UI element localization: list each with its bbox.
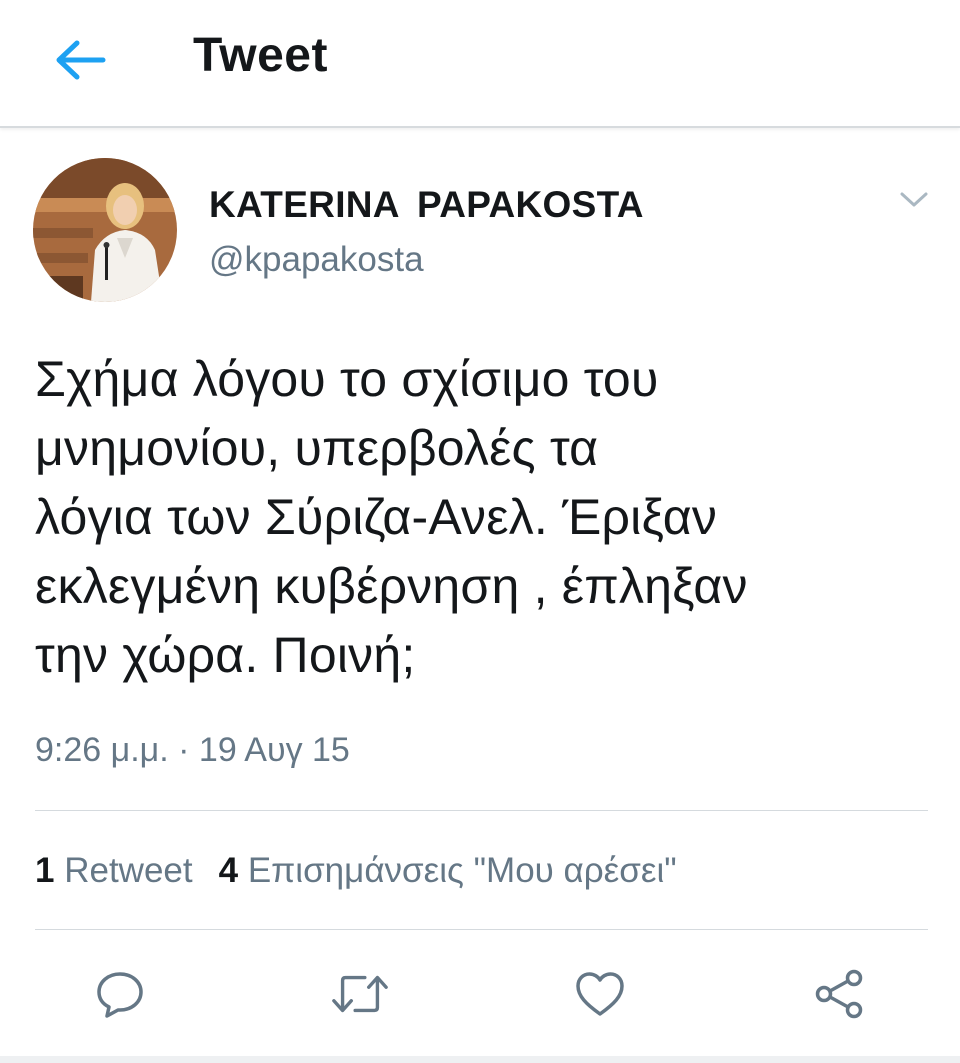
like-label: Επισημάνσεις "Μου αρέσει" (247, 851, 677, 890)
like-stat[interactable]: 4 Επισημάνσεις "Μου αρέσει" (219, 851, 677, 890)
avatar-photo (33, 158, 177, 302)
top-app-bar: Tweet (0, 0, 960, 128)
chevron-down-icon (900, 192, 928, 207)
bottom-edge (0, 1056, 960, 1063)
reply-button[interactable] (90, 964, 150, 1024)
author-name[interactable]: KATERINA PAPAKOSTA (209, 184, 644, 226)
retweet-label: Retweet (64, 851, 193, 890)
tweet-timestamp[interactable]: 9:26 μ.μ. · 19 Αυγ 15 (35, 731, 350, 770)
author-handle[interactable]: @kpapakosta (209, 240, 424, 280)
like-button[interactable] (570, 964, 630, 1024)
tweet-text: Σχήμα λόγου το σχίσιμο του μνημονίου, υπ… (35, 351, 748, 683)
retweet-button[interactable] (330, 964, 390, 1024)
tweet-menu-button[interactable] (894, 182, 934, 218)
reply-icon (97, 972, 143, 1018)
avatar[interactable] (33, 158, 177, 302)
page-title: Tweet (193, 29, 328, 82)
heart-icon (576, 972, 624, 1016)
like-count: 4 (218, 851, 239, 890)
arrow-left-icon (56, 40, 106, 80)
divider (35, 929, 928, 930)
retweet-count: 1 (35, 851, 55, 890)
tweet-stats: 1 Retweet 4 Επισημάνσεις "Μου αρέσει" (35, 851, 677, 891)
share-button[interactable] (810, 964, 870, 1024)
share-icon (815, 969, 863, 1019)
retweet-stat[interactable]: 1 Retweet (35, 851, 193, 890)
back-button[interactable] (50, 30, 110, 90)
divider (35, 810, 928, 811)
retweet-icon (332, 975, 388, 1013)
